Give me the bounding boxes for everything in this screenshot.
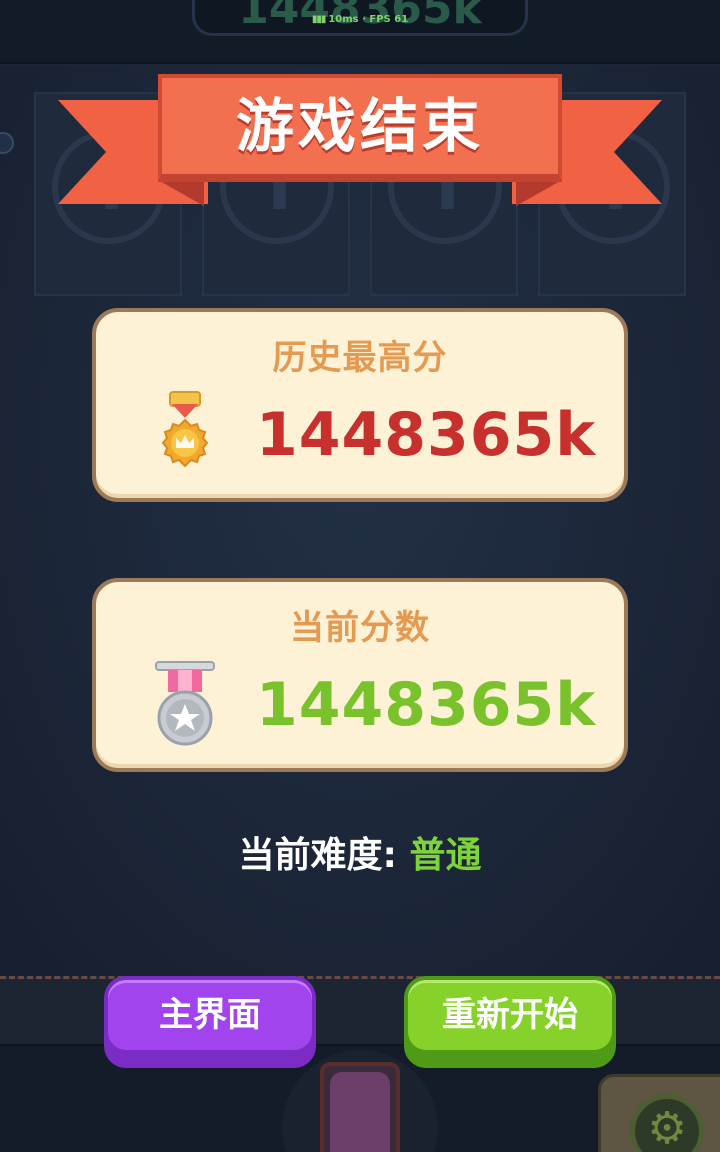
best-score-card: 历史最高分 1448365k — [92, 308, 628, 502]
difficulty-line: 当前难度: 普通 — [0, 826, 720, 878]
gold-crown-medal-icon — [161, 391, 209, 468]
game-over-ribbon: 游戏结束 — [58, 72, 662, 212]
best-score-value: 1448365k — [256, 400, 597, 470]
home-button-label: 主界面 — [108, 980, 312, 1050]
current-score-label: 当前分数 — [290, 608, 430, 648]
signal-icon: ▮▮▮ — [311, 14, 326, 25]
current-score-value: 1448365k — [256, 670, 597, 740]
silver-star-medal-icon — [155, 661, 215, 746]
top-bar: 1448365k ▮▮▮ 10ms · FPS 61 — [0, 0, 720, 64]
home-button[interactable]: 主界面 — [104, 976, 316, 1068]
difficulty-value: 普通 — [409, 835, 482, 876]
fps-indicator: ▮▮▮ 10ms · FPS 61 — [311, 14, 409, 25]
current-score-card: 当前分数 1448365k — [92, 578, 628, 772]
restart-button[interactable]: 重新开始 — [404, 976, 616, 1068]
restart-button-label: 重新开始 — [408, 980, 612, 1050]
ribbon-banner: 游戏结束 — [158, 74, 562, 182]
difficulty-label: 当前难度: — [238, 835, 397, 876]
next-card — [320, 1062, 400, 1152]
best-score-label: 历史最高分 — [272, 338, 448, 378]
dialog-title: 游戏结束 — [235, 92, 484, 160]
